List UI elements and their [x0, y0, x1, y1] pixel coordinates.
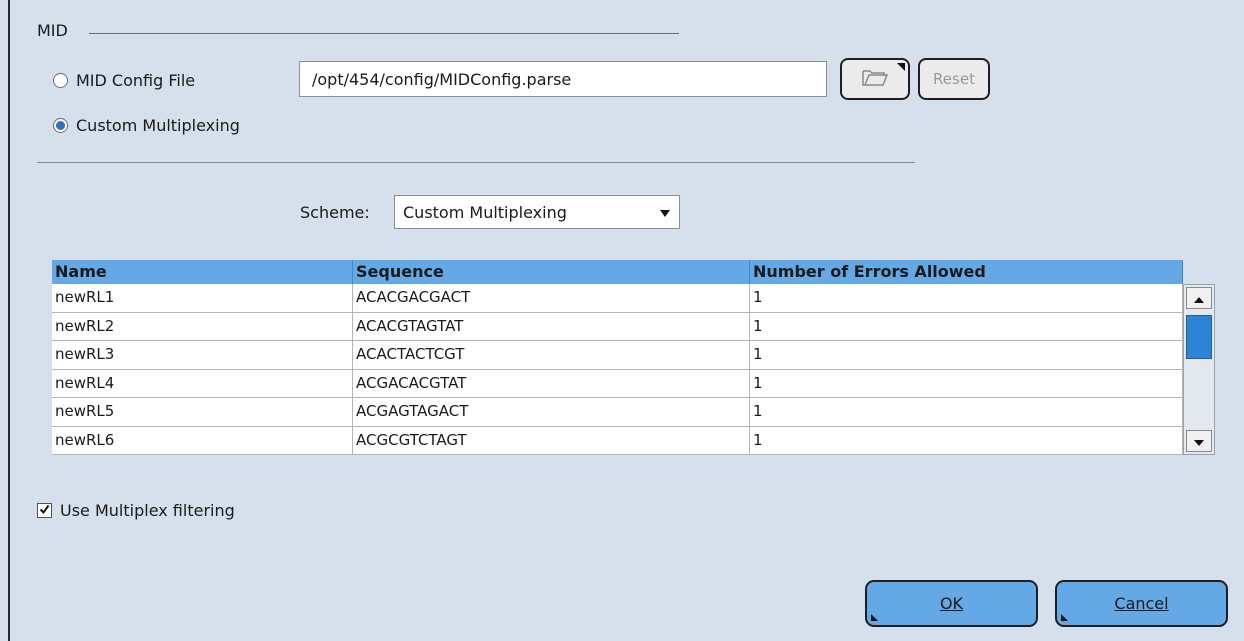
- scroll-up-button[interactable]: [1186, 287, 1212, 309]
- radio-button-selected[interactable]: [53, 118, 68, 133]
- cell-errors[interactable]: 1: [750, 398, 1183, 426]
- scrollbar-thumb[interactable]: [1186, 315, 1212, 359]
- section-separator: [37, 162, 915, 163]
- cell-name[interactable]: newRL3: [52, 341, 353, 369]
- cell-errors[interactable]: 1: [750, 426, 1183, 454]
- arrow-down-icon: [1193, 432, 1205, 451]
- ok-button-label: OK: [939, 594, 964, 613]
- mid-config-file-option[interactable]: MID Config File: [53, 71, 195, 90]
- column-header-name[interactable]: Name: [52, 260, 353, 284]
- scroll-down-button[interactable]: [1186, 430, 1212, 452]
- scheme-dropdown[interactable]: Custom Multiplexing: [394, 195, 680, 229]
- table-row[interactable]: newRL1 ACACGACGACT 1: [52, 284, 1183, 313]
- table-header: Name Sequence Number of Errors Allowed: [52, 260, 1183, 284]
- table-row[interactable]: newRL5 ACGAGTAGACT 1: [52, 398, 1183, 427]
- ok-button[interactable]: OK: [865, 580, 1038, 627]
- cell-sequence[interactable]: ACGACACGTAT: [353, 369, 750, 397]
- cell-name[interactable]: newRL2: [52, 312, 353, 340]
- custom-multiplexing-option[interactable]: Custom Multiplexing: [53, 116, 240, 135]
- group-title: MID: [37, 21, 68, 40]
- button-corner-indicator: [1061, 614, 1068, 621]
- cell-errors[interactable]: 1: [750, 369, 1183, 397]
- multiplex-table: Name Sequence Number of Errors Allowed n…: [52, 260, 1215, 455]
- radio-button-unselected[interactable]: [53, 73, 68, 88]
- multiplex-filtering-checkbox[interactable]: [37, 503, 52, 518]
- cancel-button[interactable]: Cancel: [1055, 580, 1228, 627]
- button-corner-indicator: [871, 614, 878, 621]
- group-title-rule: [89, 33, 679, 34]
- multiplex-filtering-option[interactable]: Use Multiplex filtering: [37, 501, 235, 520]
- cell-errors[interactable]: 1: [750, 341, 1183, 369]
- table-row[interactable]: newRL4 ACGACACGTAT 1: [52, 369, 1183, 398]
- check-icon: [39, 504, 50, 518]
- cell-errors[interactable]: 1: [750, 312, 1183, 340]
- table-body: newRL1 ACACGACGACT 1 newRL2 ACACGTAGTAT …: [52, 284, 1183, 455]
- menu-corner-indicator: [897, 63, 905, 71]
- cell-name[interactable]: newRL6: [52, 426, 353, 454]
- multiplex-filtering-label: Use Multiplex filtering: [60, 501, 235, 520]
- cancel-button-label: Cancel: [1114, 594, 1169, 613]
- cell-sequence[interactable]: ACACGACGACT: [353, 284, 750, 312]
- cell-sequence[interactable]: ACGCGTCTAGT: [353, 426, 750, 454]
- triangle-down-icon: [659, 203, 671, 222]
- arrow-up-icon: [1193, 289, 1205, 308]
- scheme-selected-value: Custom Multiplexing: [403, 202, 567, 222]
- custom-multiplexing-label: Custom Multiplexing: [76, 116, 240, 135]
- reset-button-label: Reset: [933, 70, 975, 88]
- mid-config-file-label: MID Config File: [76, 71, 196, 90]
- table-row[interactable]: newRL2 ACACGTAGTAT 1: [52, 312, 1183, 341]
- scheme-label: Scheme:: [300, 203, 370, 222]
- cell-errors[interactable]: 1: [750, 284, 1183, 312]
- cell-sequence[interactable]: ACACGTAGTAT: [353, 312, 750, 340]
- column-header-sequence[interactable]: Sequence: [353, 260, 750, 284]
- column-header-errors[interactable]: Number of Errors Allowed: [750, 260, 1183, 284]
- cell-sequence[interactable]: ACACTACTCGT: [353, 341, 750, 369]
- cell-name[interactable]: newRL5: [52, 398, 353, 426]
- table-vertical-scrollbar[interactable]: [1183, 284, 1215, 455]
- cell-name[interactable]: newRL4: [52, 369, 353, 397]
- reset-button[interactable]: Reset: [918, 58, 990, 100]
- folder-open-icon: [860, 65, 890, 93]
- browse-button[interactable]: [840, 58, 910, 100]
- cell-sequence[interactable]: ACGAGTAGACT: [353, 398, 750, 426]
- table-row[interactable]: newRL3 ACACTACTCGT 1: [52, 341, 1183, 370]
- table-row[interactable]: newRL6 ACGCGTCTAGT 1: [52, 426, 1183, 455]
- window-left-border: [8, 0, 10, 641]
- config-file-path-field[interactable]: /opt/454/config/MIDConfig.parse: [299, 61, 827, 97]
- config-file-path-value: /opt/454/config/MIDConfig.parse: [312, 69, 572, 89]
- cell-name[interactable]: newRL1: [52, 284, 353, 312]
